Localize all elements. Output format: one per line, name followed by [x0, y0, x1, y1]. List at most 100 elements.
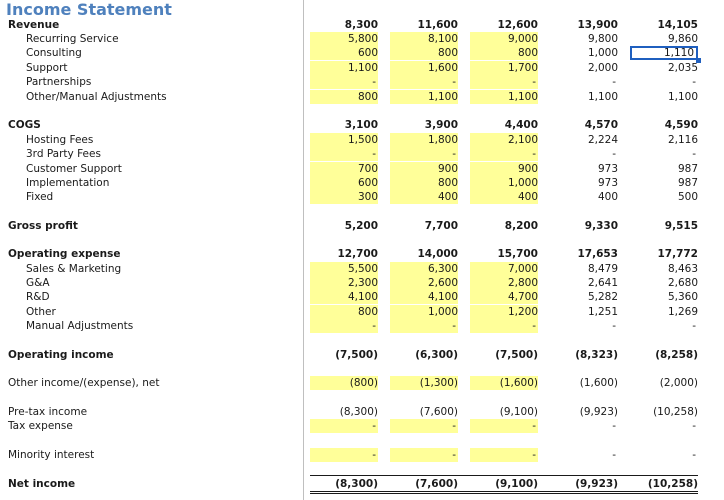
value-cell[interactable]: 17,653	[550, 247, 618, 261]
value-cell[interactable]: 1,600	[390, 61, 458, 75]
value-cell[interactable]: (8,300)	[310, 477, 378, 491]
value-cell[interactable]: (1,600)	[550, 376, 618, 390]
value-cell[interactable]: 1,100	[470, 90, 538, 104]
value-cell[interactable]: 300	[310, 190, 378, 204]
value-cell[interactable]: -	[390, 448, 458, 462]
value-cell[interactable]: 1,269	[630, 305, 698, 319]
value-cell[interactable]: -	[390, 419, 458, 433]
value-cell[interactable]: 2,641	[550, 276, 618, 290]
value-cell[interactable]: 9,860	[630, 32, 698, 46]
value-cell[interactable]: (8,258)	[630, 348, 698, 362]
value-cell[interactable]: 14,105	[630, 18, 698, 32]
value-cell[interactable]: (800)	[310, 376, 378, 390]
value-cell[interactable]: 6,300	[390, 262, 458, 276]
row-label[interactable]: Operating expense	[8, 247, 120, 261]
value-cell[interactable]: 9,515	[630, 219, 698, 233]
value-cell[interactable]: 8,100	[390, 32, 458, 46]
value-cell[interactable]: 15,700	[470, 247, 538, 261]
value-cell[interactable]: 800	[470, 46, 538, 60]
value-cell[interactable]: (1,600)	[470, 376, 538, 390]
value-cell[interactable]: -	[310, 147, 378, 161]
value-cell[interactable]: 4,590	[630, 118, 698, 132]
value-cell[interactable]: 1,100	[550, 90, 618, 104]
row-label[interactable]: Support	[26, 61, 68, 75]
value-cell[interactable]: -	[550, 448, 618, 462]
value-cell[interactable]: 3,100	[310, 118, 378, 132]
row-label[interactable]: Recurring Service	[26, 32, 119, 46]
value-cell[interactable]: 973	[550, 176, 618, 190]
value-cell[interactable]: 400	[390, 190, 458, 204]
value-cell[interactable]: (10,258)	[630, 477, 698, 491]
value-cell[interactable]: 2,300	[310, 276, 378, 290]
value-cell[interactable]: (9,923)	[550, 477, 618, 491]
value-cell[interactable]: 600	[310, 46, 378, 60]
value-cell[interactable]: -	[310, 319, 378, 333]
value-cell[interactable]: 8,479	[550, 262, 618, 276]
value-cell[interactable]: -	[470, 147, 538, 161]
value-cell[interactable]: 4,400	[470, 118, 538, 132]
value-cell[interactable]: -	[310, 419, 378, 433]
value-cell[interactable]: (7,500)	[310, 348, 378, 362]
row-label[interactable]: Pre-tax income	[8, 405, 87, 419]
value-cell[interactable]: 2,224	[550, 133, 618, 147]
value-cell[interactable]: (7,600)	[390, 405, 458, 419]
value-cell[interactable]: -	[630, 419, 698, 433]
row-label[interactable]: 3rd Party Fees	[26, 147, 101, 161]
value-cell[interactable]: -	[470, 319, 538, 333]
row-label[interactable]: Gross profit	[8, 219, 78, 233]
value-cell[interactable]: 4,100	[390, 290, 458, 304]
value-cell[interactable]: 1,700	[470, 61, 538, 75]
value-cell[interactable]: (2,000)	[630, 376, 698, 390]
value-cell[interactable]: 900	[470, 162, 538, 176]
value-cell[interactable]: 3,900	[390, 118, 458, 132]
row-label[interactable]: Operating income	[8, 348, 114, 362]
value-cell[interactable]: 4,700	[470, 290, 538, 304]
value-cell[interactable]: 14,000	[390, 247, 458, 261]
value-cell[interactable]: (10,258)	[630, 405, 698, 419]
value-cell[interactable]: 1,251	[550, 305, 618, 319]
row-label[interactable]: Fixed	[26, 190, 53, 204]
value-cell[interactable]: (8,323)	[550, 348, 618, 362]
value-cell[interactable]: (9,100)	[470, 477, 538, 491]
value-cell[interactable]: (7,600)	[390, 477, 458, 491]
row-label[interactable]: Other income/(expense), net	[8, 376, 159, 390]
row-label[interactable]: Other	[26, 305, 56, 319]
value-cell[interactable]: -	[390, 319, 458, 333]
value-cell[interactable]: 8,200	[470, 219, 538, 233]
value-cell[interactable]: 700	[310, 162, 378, 176]
value-cell[interactable]: -	[630, 75, 698, 89]
value-cell[interactable]: 1,000	[470, 176, 538, 190]
value-cell[interactable]: (8,300)	[310, 405, 378, 419]
row-label[interactable]: Customer Support	[26, 162, 122, 176]
row-label[interactable]: Partnerships	[26, 75, 91, 89]
value-cell[interactable]: -	[630, 147, 698, 161]
value-cell[interactable]: 7,000	[470, 262, 538, 276]
row-label[interactable]: Hosting Fees	[26, 133, 93, 147]
row-label[interactable]: Tax expense	[8, 419, 73, 433]
value-cell[interactable]: 2,800	[470, 276, 538, 290]
value-cell[interactable]: (1,300)	[390, 376, 458, 390]
value-cell[interactable]: 2,100	[470, 133, 538, 147]
row-label[interactable]: COGS	[8, 118, 41, 132]
value-cell[interactable]: 1,000	[550, 46, 618, 60]
row-label[interactable]: Revenue	[8, 18, 59, 32]
value-cell[interactable]: 987	[630, 162, 698, 176]
value-cell[interactable]: 1,100	[390, 90, 458, 104]
value-cell[interactable]: 400	[550, 190, 618, 204]
value-cell[interactable]: 1,200	[470, 305, 538, 319]
value-cell[interactable]: (6,300)	[390, 348, 458, 362]
row-label[interactable]: Consulting	[26, 46, 82, 60]
value-cell[interactable]: 1,000	[390, 305, 458, 319]
value-cell[interactable]: 9,330	[550, 219, 618, 233]
value-cell[interactable]: 9,000	[470, 32, 538, 46]
value-cell[interactable]: 973	[550, 162, 618, 176]
value-cell[interactable]: (7,500)	[470, 348, 538, 362]
value-cell[interactable]: -	[390, 147, 458, 161]
value-cell[interactable]: 800	[390, 176, 458, 190]
value-cell[interactable]: 5,800	[310, 32, 378, 46]
value-cell[interactable]: 4,100	[310, 290, 378, 304]
value-cell[interactable]: -	[550, 419, 618, 433]
value-cell[interactable]: 11,600	[390, 18, 458, 32]
value-cell[interactable]: 800	[390, 46, 458, 60]
value-cell[interactable]: 2,035	[630, 61, 698, 75]
